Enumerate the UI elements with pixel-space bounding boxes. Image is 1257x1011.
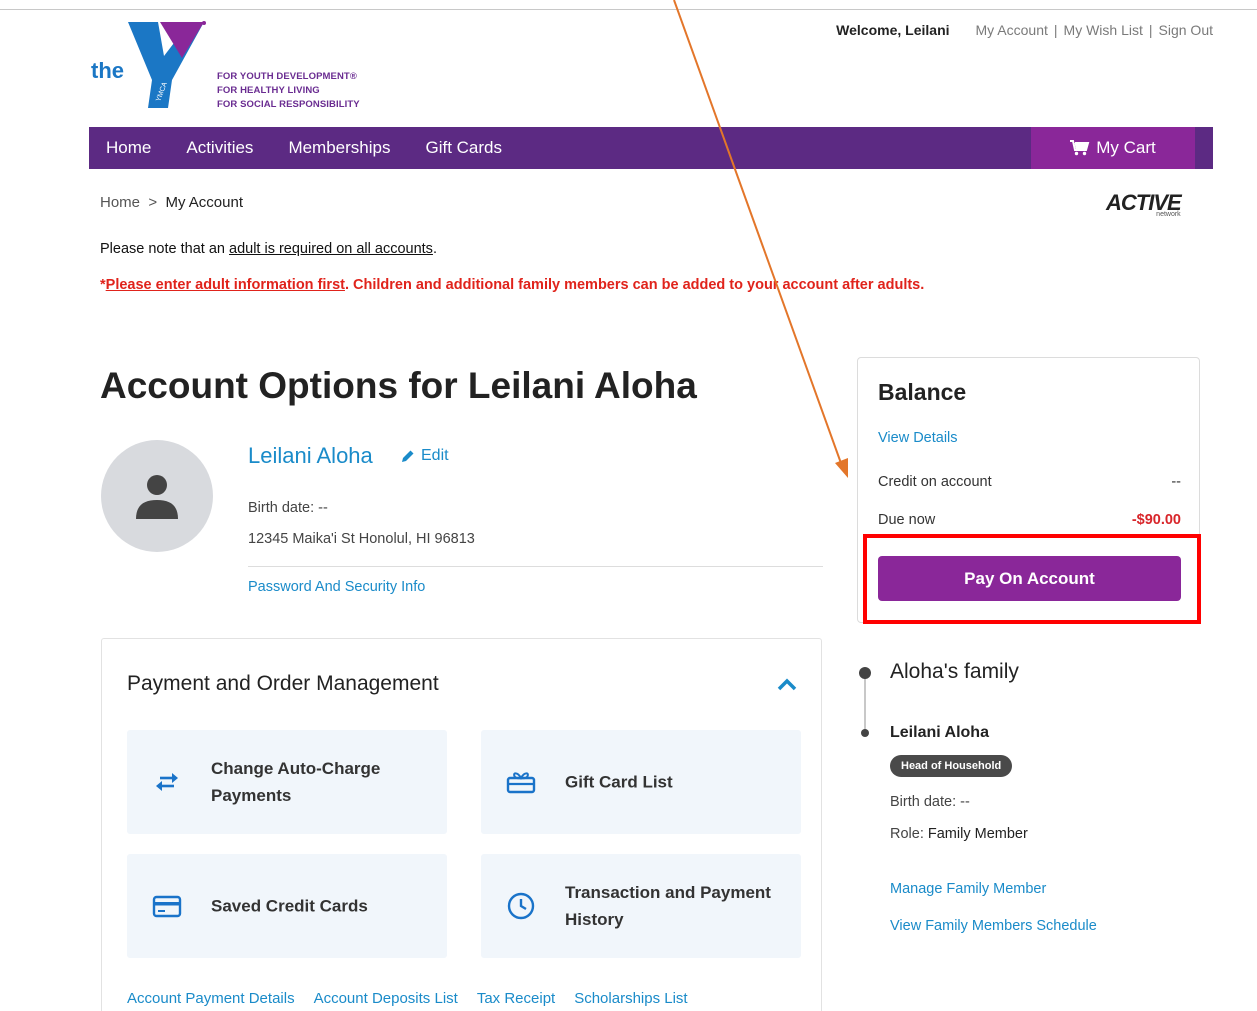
view-family-schedule-link[interactable]: View Family Members Schedule [890, 918, 1097, 934]
clock-icon [507, 892, 535, 920]
ymca-logo[interactable]: the YMCA FOR YOUTH DEVELOPMENT® FOR HEAL… [90, 18, 390, 113]
profile-name-link[interactable]: Leilani Aloha [248, 443, 373, 469]
adult-required-notice: Please note that an adult is required on… [100, 241, 437, 257]
gift-card-icon [506, 772, 536, 794]
balance-title: Balance [878, 379, 967, 405]
header-separator: | [1148, 22, 1153, 38]
nav-memberships[interactable]: Memberships [288, 138, 390, 158]
swap-arrows-icon [156, 773, 178, 791]
manage-family-member-link[interactable]: Manage Family Member [890, 881, 1046, 897]
member-role-value: Family Member [927, 826, 1028, 842]
adult-info-first-notice: *Please enter adult information first. C… [100, 277, 924, 293]
nav-gift-cards[interactable]: Gift Cards [425, 138, 502, 158]
edit-label: Edit [421, 447, 449, 464]
user-silhouette-icon [136, 475, 178, 519]
profile-birth-date: Birth date: -- [248, 500, 328, 516]
profile-address: 12345 Maika'i St Honolul, HI 96813 [248, 531, 475, 547]
member-role-label: Role: [890, 826, 928, 842]
header-user-links: Welcome, Leilani My Account | My Wish Li… [836, 22, 1213, 38]
due-amount: -$90.00 [1131, 512, 1181, 528]
active-network-logo: ACTIVE network [1106, 190, 1182, 218]
welcome-text: Welcome, Leilani [836, 22, 950, 38]
logo-tagline-3: FOR SOCIAL RESPONSIBILITY [217, 99, 360, 110]
breadcrumb-home[interactable]: Home [100, 194, 140, 211]
tax-receipt-link[interactable]: Tax Receipt [477, 990, 555, 1007]
saved-credit-cards-tile[interactable]: Saved Credit Cards [127, 854, 447, 958]
profile-divider [248, 566, 823, 567]
credit-value: -- [1171, 474, 1181, 490]
breadcrumb-separator: > [148, 194, 158, 211]
logo-tagline: FOR YOUTH DEVELOPMENT® FOR HEALTHY LIVIN… [217, 70, 360, 112]
view-details-link[interactable]: View Details [878, 430, 958, 446]
family-timeline-dot [859, 667, 871, 679]
due-label: Due now [878, 512, 936, 528]
notice-2-suffix: . Children and additional family members… [344, 277, 925, 293]
notice-1-suffix: . [432, 241, 437, 257]
my-cart-button[interactable]: My Cart [1031, 127, 1195, 169]
payment-order-panel: Payment and Order Management Change Auto… [101, 638, 822, 1011]
family-timeline-line [864, 673, 866, 733]
edit-profile-link[interactable]: Edit [400, 447, 449, 465]
transaction-history-label: Transaction and Payment History [565, 883, 771, 929]
due-now-row: Due now -$90.00 [878, 512, 1181, 528]
avatar [101, 440, 213, 552]
head-of-household-badge: Head of Household [890, 755, 1013, 777]
member-birth-date: Birth date: -- [890, 794, 970, 810]
change-auto-charge-label: Change Auto-Charge Payments [211, 759, 381, 805]
main-nav: Home Activities Memberships Gift Cards M… [89, 127, 1213, 169]
my-cart-label: My Cart [1096, 138, 1156, 157]
gift-card-list-label: Gift Card List [565, 772, 673, 792]
credit-on-account-row: Credit on account -- [878, 474, 1181, 490]
logo-tagline-1: FOR YOUTH DEVELOPMENT® [217, 71, 357, 82]
family-title: Aloha's family [890, 660, 1019, 683]
family-member-name: Leilani Aloha [890, 724, 989, 741]
account-payment-details-link[interactable]: Account Payment Details [127, 990, 295, 1007]
member-timeline-dot [861, 729, 869, 737]
sign-out-link[interactable]: Sign Out [1159, 22, 1213, 38]
chevron-up-icon[interactable] [777, 677, 797, 691]
payment-links: Account Payment Details Account Deposits… [127, 990, 688, 1007]
notice-1-prefix: Please note that an [100, 241, 229, 257]
enter-adult-info-link[interactable]: Please enter adult information first [106, 277, 345, 293]
nav-activities[interactable]: Activities [186, 138, 253, 158]
change-auto-charge-tile[interactable]: Change Auto-Charge Payments [127, 730, 447, 834]
top-divider [0, 9, 1257, 10]
transaction-history-tile[interactable]: Transaction and Payment History [481, 854, 801, 958]
nav-home[interactable]: Home [106, 138, 151, 158]
my-account-link[interactable]: My Account [976, 22, 1048, 38]
breadcrumb-current: My Account [165, 194, 244, 211]
page-title: Account Options for Leilani Aloha [100, 365, 697, 406]
logo-tagline-2: FOR HEALTHY LIVING [217, 85, 320, 96]
header-separator: | [1053, 22, 1058, 38]
ymca-y-icon: YMCA [128, 21, 206, 108]
adult-required-link[interactable]: adult is required on all accounts [229, 241, 433, 257]
breadcrumb: Home > My Account [100, 194, 243, 211]
my-wish-list-link[interactable]: My Wish List [1064, 22, 1143, 38]
member-role: Role: Family Member [890, 826, 1028, 842]
credit-card-icon [152, 895, 182, 918]
credit-label: Credit on account [878, 474, 992, 490]
gift-card-list-tile[interactable]: Gift Card List [481, 730, 801, 834]
saved-credit-cards-label: Saved Credit Cards [211, 896, 368, 916]
account-deposits-list-link[interactable]: Account Deposits List [314, 990, 458, 1007]
shopping-cart-icon [1070, 140, 1090, 156]
password-security-link[interactable]: Password And Security Info [248, 579, 425, 595]
payment-panel-title: Payment and Order Management [127, 672, 439, 695]
scholarships-list-link[interactable]: Scholarships List [574, 990, 687, 1007]
highlight-box [863, 534, 1201, 624]
pencil-icon [402, 450, 414, 462]
